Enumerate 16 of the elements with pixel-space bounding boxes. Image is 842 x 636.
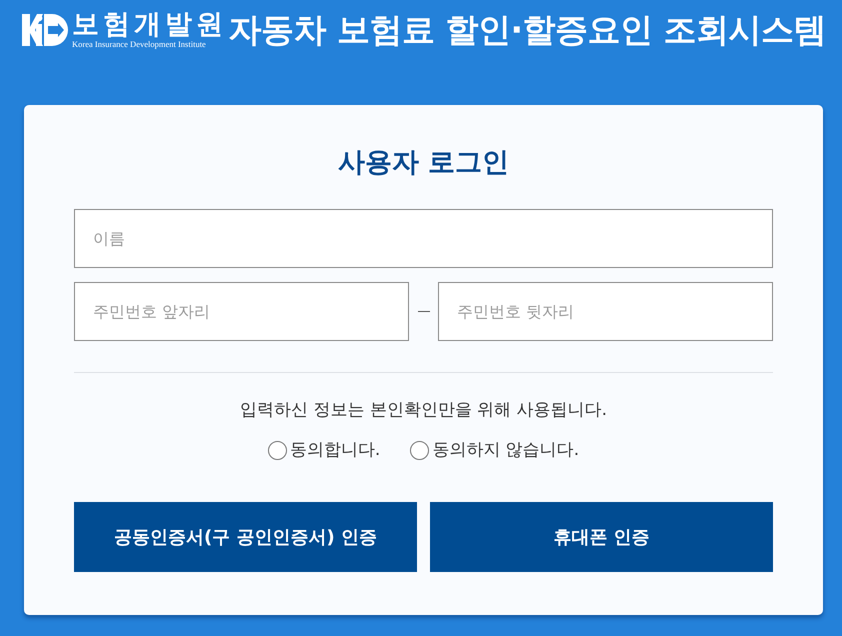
auth-button[interactable]: 공동인증서(구 공인인증서) 인증 [74,502,417,572]
page-title: 자동차 보험료 할인·할증요인 조회시스템 [228,10,826,50]
consent-option[interactable]: 동의하지 않습니다. [410,438,580,462]
id-front-input-field[interactable]: 주민번호 앞자리 [74,282,409,341]
consent-option[interactable]: 동의합니다. [268,438,380,462]
login-heading: 사용자 로그인 [338,146,510,180]
logo-name: 보험개발원 [72,11,227,39]
logo-subtitle: Korea Insurance Development Institute [72,39,206,49]
name-input-field[interactable]: 이름 [74,209,773,268]
dash-icon [418,311,430,312]
radio-button[interactable] [410,440,430,460]
logo-icon [22,13,68,47]
id-back-input-field[interactable]: 주민번호 뒷자리 [438,282,773,341]
privacy-notice: 입력하신 정보는 본인확인만을 위해 사용됩니다. [240,399,608,422]
radio-button[interactable] [268,440,287,460]
auth-button[interactable]: 휴대폰 인증 [430,502,773,572]
